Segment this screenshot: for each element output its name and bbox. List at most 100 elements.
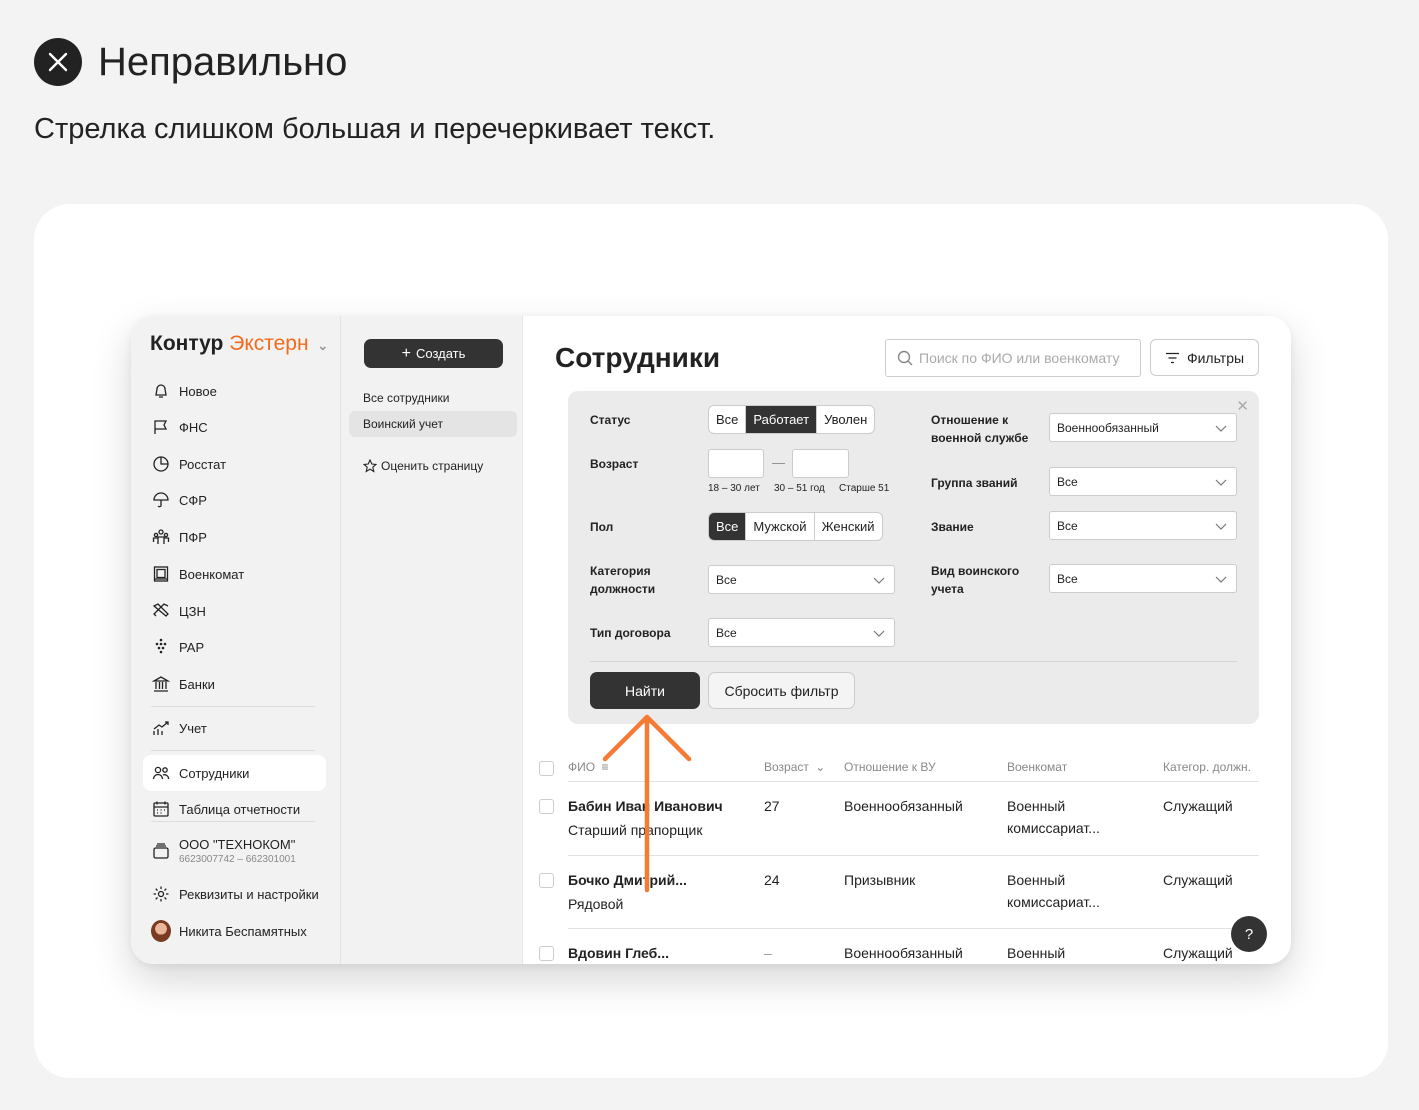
filters-button[interactable]: Фильтры xyxy=(1150,339,1259,376)
sort-icon: ≡ xyxy=(601,760,609,774)
rank-value: Все xyxy=(1057,518,1078,533)
category-label: Категория должности xyxy=(590,564,656,596)
chart-up-icon xyxy=(151,718,171,738)
age-to-input[interactable] xyxy=(792,449,849,478)
sidebar-item-settings[interactable]: Реквизиты и настройки xyxy=(143,876,326,912)
chevron-down-icon xyxy=(1215,523,1227,530)
contract-value: Все xyxy=(716,625,737,640)
chevron-down-icon xyxy=(873,577,885,584)
employee-name[interactable]: Вдовин Глеб... xyxy=(568,941,669,964)
record-type-value: Все xyxy=(1057,571,1078,586)
main-content: Сотрудники Поиск по ФИО или военкомату Ф… xyxy=(524,316,1291,964)
column-header-category[interactable]: Категор. должн. xyxy=(1163,760,1251,774)
search-input[interactable]: Поиск по ФИО или военкомату xyxy=(885,339,1141,377)
record-type-label: Вид воинского учета xyxy=(931,564,1020,596)
rank-group-label: Группа званий xyxy=(931,476,1018,490)
org-name: ООО "ТЕХНОКОМ" xyxy=(179,837,296,852)
status-option-all[interactable]: Все xyxy=(709,406,745,433)
employee-category: Служащий xyxy=(1163,872,1233,888)
sidebar-item-label: Банки xyxy=(179,676,215,692)
gender-option-female[interactable]: Женский xyxy=(813,513,882,540)
chevron-down-icon xyxy=(1215,425,1227,432)
rank-group-select[interactable]: Все xyxy=(1049,467,1237,496)
sidebar-item-uchet[interactable]: Учет xyxy=(143,710,326,746)
subnav-military-records[interactable]: Воинский учет xyxy=(349,411,517,437)
column-header-office[interactable]: Военкомат xyxy=(1007,760,1067,774)
sidebar-item-employees[interactable]: Сотрудники xyxy=(143,755,326,791)
gender-option-male[interactable]: Мужской xyxy=(745,513,813,540)
sidebar-item-sfr[interactable]: СФР xyxy=(143,482,326,518)
gender-segmented: Все Мужской Женский xyxy=(708,512,883,541)
age-hint-middle[interactable]: 30 – 51 год xyxy=(774,483,825,494)
table-divider xyxy=(568,781,1259,782)
find-button[interactable]: Найти xyxy=(590,672,700,709)
table-divider xyxy=(568,855,1259,856)
sidebar-item-rar[interactable]: РАР xyxy=(143,629,326,665)
employee-office: Военный xyxy=(1007,872,1066,888)
status-segmented: Все Работает Уволен xyxy=(708,405,876,434)
select-all-checkbox[interactable] xyxy=(539,761,554,776)
sidebar-divider xyxy=(151,750,315,751)
chevron-down-icon xyxy=(1215,576,1227,583)
column-header-name[interactable]: ФИО ≡ xyxy=(568,760,608,774)
sidebar-item-new[interactable]: Новое xyxy=(143,373,326,409)
contract-select[interactable]: Все xyxy=(708,618,895,647)
brand-logo[interactable]: Контур Экстерн ⌄ xyxy=(150,332,328,356)
record-type-select[interactable]: Все xyxy=(1049,564,1237,593)
gender-label: Пол xyxy=(590,520,614,534)
grapes-icon xyxy=(151,637,171,657)
example-header: Неправильно xyxy=(34,38,347,86)
sidebar-item-fns[interactable]: ФНС xyxy=(143,409,326,445)
create-button-label: Создать xyxy=(415,346,466,361)
age-hint-old[interactable]: Старше 51 xyxy=(839,483,889,494)
pie-chart-icon xyxy=(151,454,171,474)
sidebar-user[interactable]: Никита Беспамятных xyxy=(143,913,326,949)
status-option-working[interactable]: Работает xyxy=(745,406,817,433)
page-title: Сотрудники xyxy=(555,342,721,373)
employee-age: – xyxy=(764,945,772,961)
column-header-label: ФИО xyxy=(568,760,596,774)
gender-option-all[interactable]: Все xyxy=(709,513,746,540)
row-checkbox[interactable] xyxy=(539,799,554,814)
sidebar-item-voenkomat[interactable]: Военкомат xyxy=(143,556,326,592)
military-relation-label: Отношение к военной службе xyxy=(931,413,1029,445)
star-icon xyxy=(363,459,377,473)
status-option-fired[interactable]: Уволен xyxy=(816,406,874,433)
category-select[interactable]: Все xyxy=(708,565,895,594)
sidebar-item-label: ЦЗН xyxy=(179,603,206,619)
sidebar-item-rosstat[interactable]: Росстат xyxy=(143,446,326,482)
sidebar-item-czn[interactable]: ЦЗН xyxy=(143,593,326,629)
help-button[interactable]: ? xyxy=(1231,916,1267,952)
age-hint-young[interactable]: 18 – 30 лет xyxy=(708,483,760,494)
chevron-down-icon: ⌄ xyxy=(317,338,329,353)
chevron-down-icon: ⌄ xyxy=(815,760,826,774)
employee-rank: Старший прапорщик xyxy=(568,822,703,838)
age-from-input[interactable] xyxy=(708,449,764,478)
sidebar-item-label: Учет xyxy=(179,720,207,736)
subnav-all-employees[interactable]: Все сотрудники xyxy=(349,385,517,411)
sidebar-item-label: Таблица отчетности xyxy=(179,801,301,817)
rate-page-link[interactable]: Оценить страницу xyxy=(349,453,517,479)
military-relation-select[interactable]: Военнообязанный xyxy=(1049,413,1237,442)
create-button[interactable]: + Создать xyxy=(364,339,503,368)
chevron-down-icon xyxy=(873,630,885,637)
sidebar-item-label: ФНС xyxy=(179,419,208,435)
user-name: Никита Беспамятных xyxy=(179,923,307,939)
sidebar-org[interactable]: ООО "ТЕХНОКОМ" 6623007742 – 662301001 xyxy=(143,828,326,874)
row-checkbox[interactable] xyxy=(539,946,554,961)
column-header-age[interactable]: Возраст ⌄ xyxy=(764,760,825,774)
employee-category: Служащий xyxy=(1163,945,1233,961)
employee-rank: Рядовой xyxy=(568,896,624,912)
reset-filter-button[interactable]: Сбросить фильтр xyxy=(708,672,855,709)
sidebar: Контур Экстерн ⌄ Новое ФНС Росстат СФР П… xyxy=(131,316,340,964)
rank-select[interactable]: Все xyxy=(1049,511,1237,540)
employee-name[interactable]: Бочко Дмитрий... xyxy=(568,868,687,892)
employee-relation: Военнообязанный xyxy=(844,945,963,961)
chevron-down-icon xyxy=(1215,479,1227,486)
employee-name[interactable]: Бабин Иван Иванович xyxy=(568,794,723,818)
row-checkbox[interactable] xyxy=(539,873,554,888)
column-header-relation[interactable]: Отношение к ВУ xyxy=(844,760,936,774)
sidebar-item-pfr[interactable]: ПФР xyxy=(143,519,326,555)
sidebar-item-banks[interactable]: Банки xyxy=(143,666,326,702)
close-icon[interactable]: ✕ xyxy=(1236,397,1249,415)
